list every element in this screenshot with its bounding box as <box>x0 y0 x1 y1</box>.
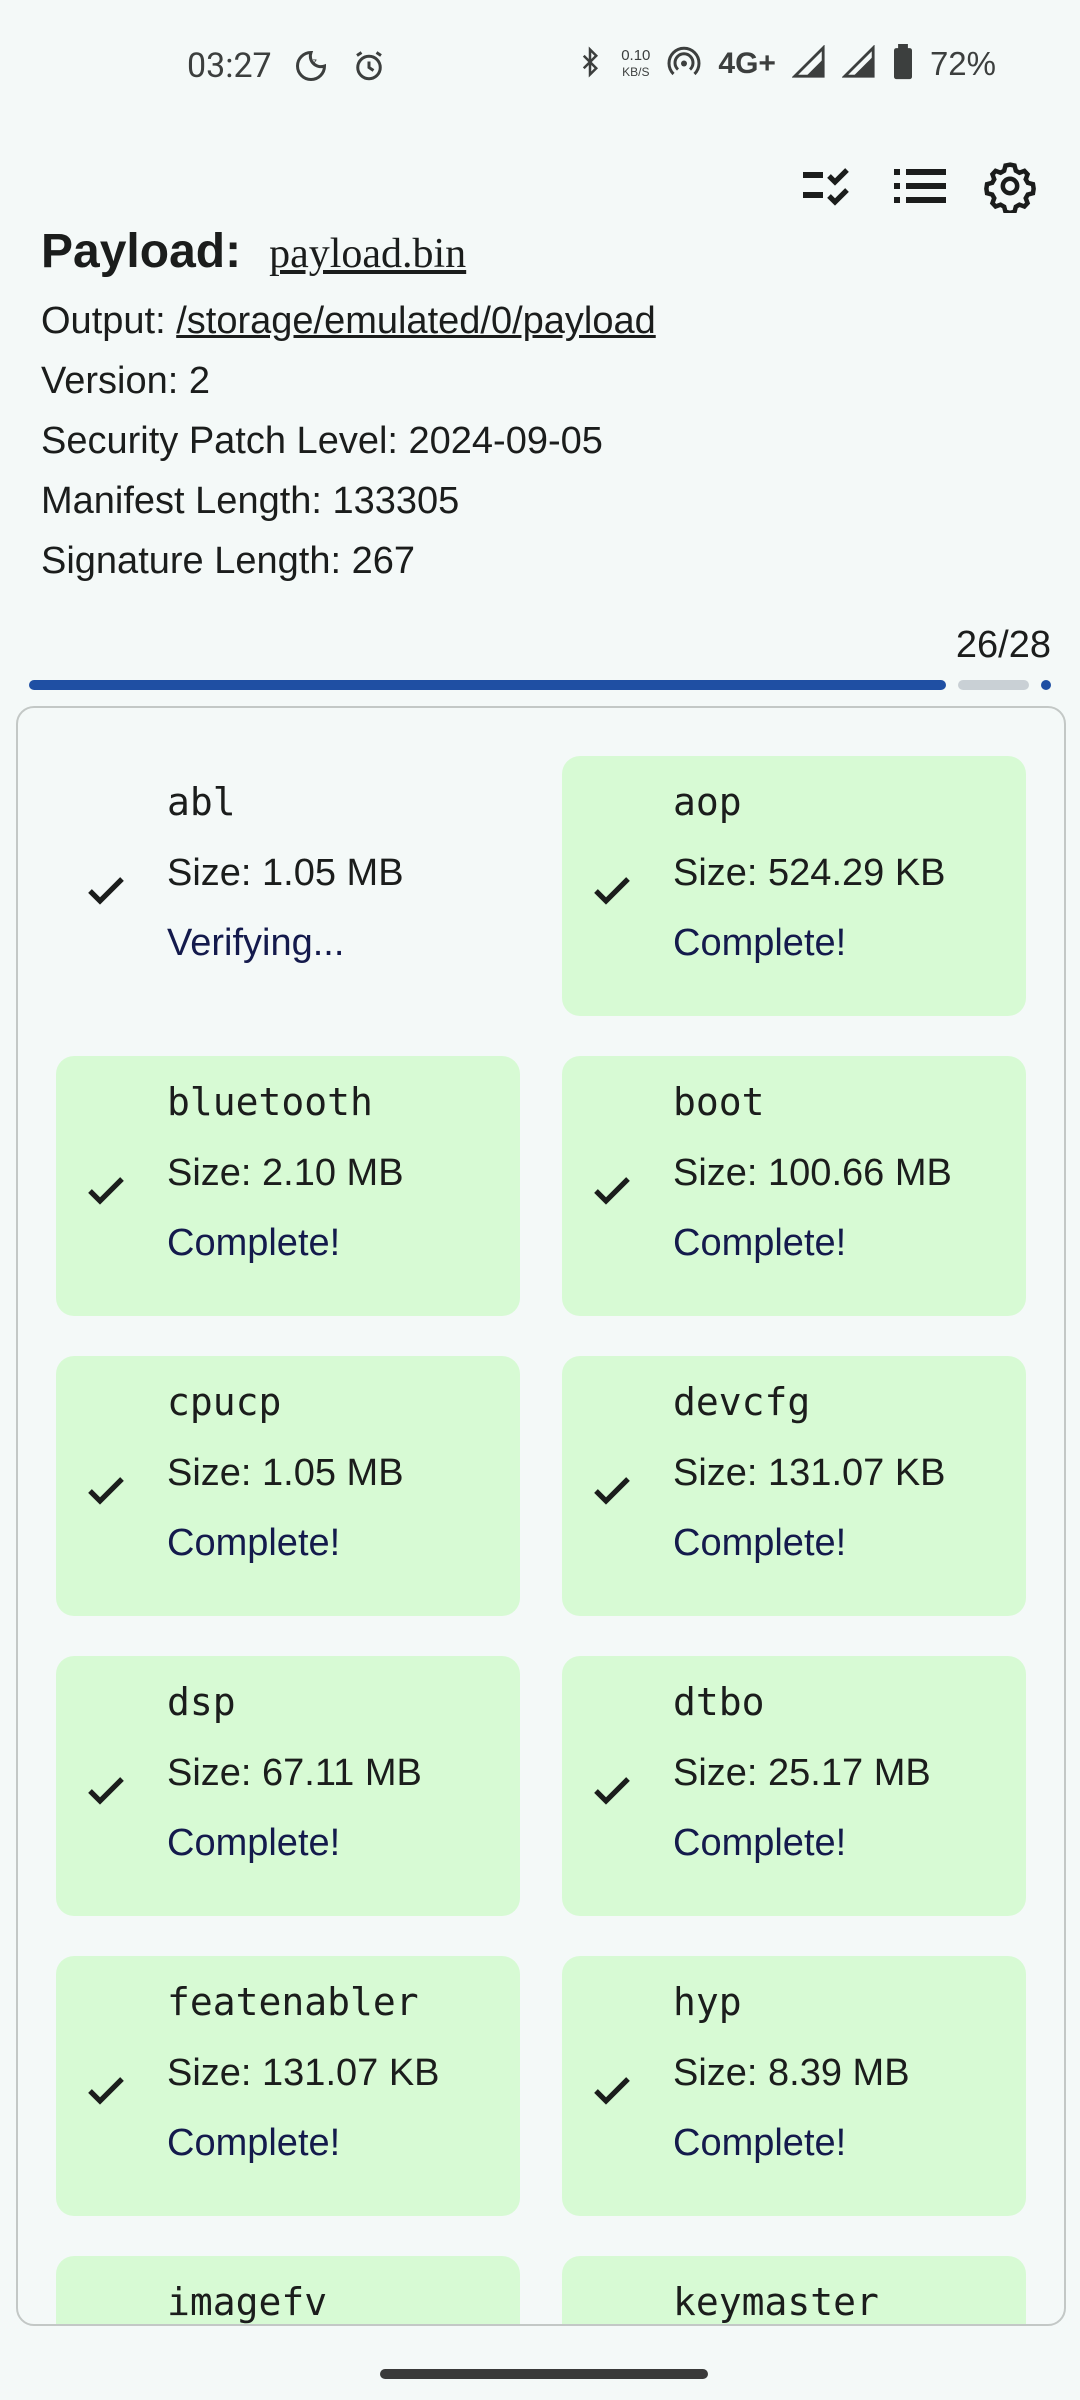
progress-count: 26/28 <box>955 624 1051 666</box>
check-icon <box>588 1466 636 1514</box>
progress-fill <box>29 680 946 690</box>
partition-name: cpucp <box>167 1380 282 1424</box>
output-path-link[interactable]: /storage/emulated/0/payload <box>176 300 656 342</box>
partition-list[interactable]: abl Size: 1.05 MB Verifying... aop Size: 524… <box>16 706 1066 2326</box>
partition-size: Size: 2.10 MB <box>167 1152 404 1194</box>
partition-name: dtbo <box>673 1680 765 1724</box>
partition-status: Complete! <box>167 1822 341 1864</box>
settings-icon[interactable] <box>980 156 1040 216</box>
net-speed: 0.10 KB/S <box>621 47 651 80</box>
partition-tile[interactable]: featenabler Size: 131.07 KB Complete! <box>56 1956 520 2216</box>
alarm-icon <box>351 48 387 88</box>
status-bar: 03:27 z 0.10 KB/S 4G+ 72% <box>0 0 1080 136</box>
moon-icon: z <box>293 48 329 88</box>
manifest-length-text: Manifest Length: 133305 <box>41 480 460 522</box>
check-icon <box>82 1166 130 1214</box>
partition-size: Size: 131.07 KB <box>167 2052 440 2094</box>
partition-tile[interactable]: devcfg Size: 131.07 KB Complete! <box>562 1356 1026 1616</box>
partition-tile[interactable]: imagefv <box>56 2256 520 2324</box>
check-icon <box>588 866 636 914</box>
output-label: Output: <box>41 300 166 342</box>
partition-size: Size: 524.29 KB <box>673 852 946 894</box>
progress-remaining <box>958 680 1029 690</box>
partition-status: Complete! <box>167 1522 341 1564</box>
partition-size: Size: 131.07 KB <box>673 1452 946 1494</box>
partition-status: Complete! <box>673 922 847 964</box>
clock: 03:27 <box>187 46 272 86</box>
partition-name: abl <box>167 780 236 824</box>
check-icon <box>82 1466 130 1514</box>
partition-tile[interactable]: dtbo Size: 25.17 MB Complete! <box>562 1656 1026 1916</box>
signal-icon <box>791 44 826 83</box>
check-icon <box>82 866 130 914</box>
payload-label: Payload: <box>41 225 242 278</box>
partition-tile[interactable]: aop Size: 524.29 KB Complete! <box>562 756 1026 1016</box>
signature-length-text: Signature Length: 267 <box>41 540 415 582</box>
partition-name: bluetooth <box>167 1080 373 1124</box>
partition-size: Size: 8.39 MB <box>673 2052 910 2094</box>
partition-tile[interactable]: hyp Size: 8.39 MB Complete! <box>562 1956 1026 2216</box>
partition-name: aop <box>673 780 742 824</box>
check-icon <box>588 2066 636 2114</box>
partition-name: keymaster <box>673 2280 879 2324</box>
partition-status: Complete! <box>673 1222 847 1264</box>
partition-name: boot <box>673 1080 765 1124</box>
partition-grid: abl Size: 1.05 MB Verifying... aop Size: 524… <box>56 756 1026 2324</box>
partition-name: featenabler <box>167 1980 419 2024</box>
output-row: Output: /storage/emulated/0/payload <box>41 300 656 343</box>
partition-status: Complete! <box>673 1822 847 1864</box>
partition-status: Complete! <box>167 2122 341 2164</box>
svg-text:z: z <box>313 58 318 68</box>
partition-tile[interactable]: abl Size: 1.05 MB Verifying... <box>56 756 520 1016</box>
hotspot-icon <box>666 44 702 84</box>
battery-percent: 72% <box>929 45 996 82</box>
progress-bar <box>29 680 1051 690</box>
check-icon <box>82 1766 130 1814</box>
partition-status: Complete! <box>167 1222 341 1264</box>
check-icon <box>588 1166 636 1214</box>
partition-size: Size: 1.05 MB <box>167 1452 404 1494</box>
version-text: Version: 2 <box>41 360 210 402</box>
signal-icon <box>841 44 876 83</box>
partition-status: Verifying... <box>167 922 345 964</box>
partition-size: Size: 1.05 MB <box>167 852 404 894</box>
partition-name: hyp <box>673 1980 742 2024</box>
check-icon <box>82 2066 130 2114</box>
partition-tile[interactable]: dsp Size: 67.11 MB Complete! <box>56 1656 520 1916</box>
partition-name: imagefv <box>167 2280 328 2324</box>
partition-tile[interactable]: bluetooth Size: 2.10 MB Complete! <box>56 1056 520 1316</box>
partition-size: Size: 100.66 MB <box>673 1152 952 1194</box>
partition-size: Size: 25.17 MB <box>673 1752 931 1794</box>
bluetooth-icon <box>575 44 605 84</box>
partition-name: dsp <box>167 1680 236 1724</box>
partition-tile[interactable]: cpucp Size: 1.05 MB Complete! <box>56 1356 520 1616</box>
network-type: 4G+ <box>718 47 776 80</box>
partition-status: Complete! <box>673 2122 847 2164</box>
partition-name: devcfg <box>673 1380 811 1424</box>
battery-icon <box>892 44 914 84</box>
checklist-icon[interactable] <box>800 156 860 216</box>
check-icon <box>588 1766 636 1814</box>
list-icon[interactable] <box>890 156 950 216</box>
security-patch-text: Security Patch Level: 2024-09-05 <box>41 420 603 462</box>
partition-status: Complete! <box>673 1522 847 1564</box>
payload-row: Payload: payload.bin <box>41 224 466 279</box>
navigation-handle[interactable] <box>380 2369 708 2379</box>
payload-file-link[interactable]: payload.bin <box>269 230 466 278</box>
partition-size: Size: 67.11 MB <box>167 1752 422 1794</box>
partition-tile[interactable]: boot Size: 100.66 MB Complete! <box>562 1056 1026 1316</box>
partition-tile[interactable]: keymaster <box>562 2256 1026 2324</box>
progress-end-dot <box>1041 680 1051 690</box>
